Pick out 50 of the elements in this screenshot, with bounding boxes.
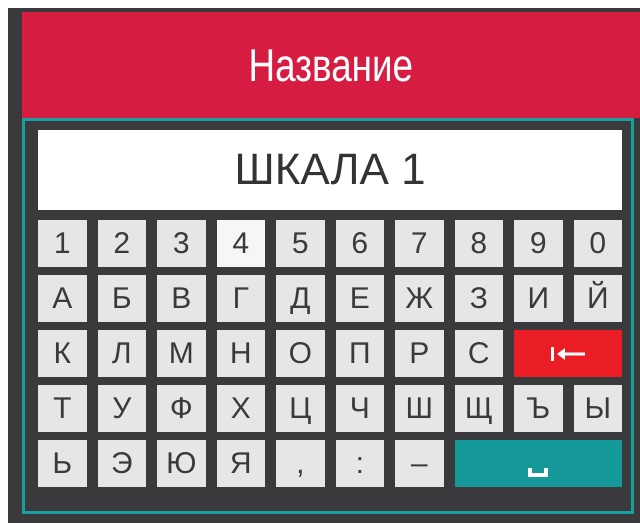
key-button[interactable]: Ш <box>395 385 444 432</box>
key-button[interactable]: Ь <box>38 440 86 487</box>
key-button[interactable]: П <box>336 330 384 377</box>
key-button[interactable]: Й <box>574 275 622 322</box>
key-button[interactable]: Л <box>98 330 146 377</box>
backspace-arrow-icon <box>549 346 587 362</box>
key-button[interactable]: Е <box>336 275 384 322</box>
key-button[interactable]: Н <box>216 330 265 377</box>
key-button[interactable]: Г <box>216 275 265 322</box>
key-button[interactable]: : <box>336 440 384 487</box>
key-button[interactable]: Х <box>216 385 265 432</box>
space-icon <box>528 468 548 477</box>
key-button[interactable]: И <box>514 275 562 322</box>
key-button[interactable]: А <box>38 275 86 322</box>
key-button[interactable]: Ы <box>574 385 622 432</box>
key-button[interactable]: Ч <box>336 385 384 432</box>
key-button[interactable]: Б <box>98 275 146 322</box>
key-button[interactable]: Ъ <box>514 385 562 432</box>
key-button[interactable]: 3 <box>157 220 206 267</box>
key-button[interactable]: Ц <box>276 385 324 432</box>
key-button[interactable]: Т <box>38 385 86 432</box>
key-button[interactable]: З <box>454 275 503 322</box>
key-button[interactable]: , <box>276 440 324 487</box>
key-button[interactable]: Я <box>216 440 265 487</box>
key-button[interactable]: 2 <box>98 220 146 267</box>
key-button[interactable]: Ж <box>395 275 444 322</box>
key-button[interactable]: К <box>38 330 86 377</box>
key-button[interactable]: Ю <box>157 440 206 487</box>
key-button[interactable]: Э <box>98 440 146 487</box>
key-button[interactable]: 0 <box>574 220 622 267</box>
backspace-button[interactable] <box>514 330 622 377</box>
key-button[interactable]: С <box>454 330 503 377</box>
key-button[interactable]: В <box>157 275 206 322</box>
key-button[interactable]: 8 <box>454 220 503 267</box>
key-button[interactable]: Щ <box>454 385 503 432</box>
key-button[interactable]: 9 <box>514 220 562 267</box>
key-button[interactable]: М <box>157 330 206 377</box>
key-button[interactable]: 5 <box>276 220 324 267</box>
key-button[interactable]: Ф <box>157 385 206 432</box>
key-button[interactable]: Р <box>395 330 444 377</box>
key-button[interactable]: 6 <box>336 220 384 267</box>
key-button[interactable]: 4 <box>216 220 265 267</box>
key-button[interactable]: У <box>98 385 146 432</box>
key-button[interactable]: О <box>276 330 324 377</box>
name-input-field[interactable]: ШКАЛА 1 <box>38 130 622 210</box>
dialog-title: Название <box>248 38 414 92</box>
key-button[interactable]: Д <box>276 275 324 322</box>
key-button[interactable]: 7 <box>395 220 444 267</box>
key-button[interactable]: 1 <box>38 220 86 267</box>
key-button[interactable]: – <box>395 440 444 487</box>
